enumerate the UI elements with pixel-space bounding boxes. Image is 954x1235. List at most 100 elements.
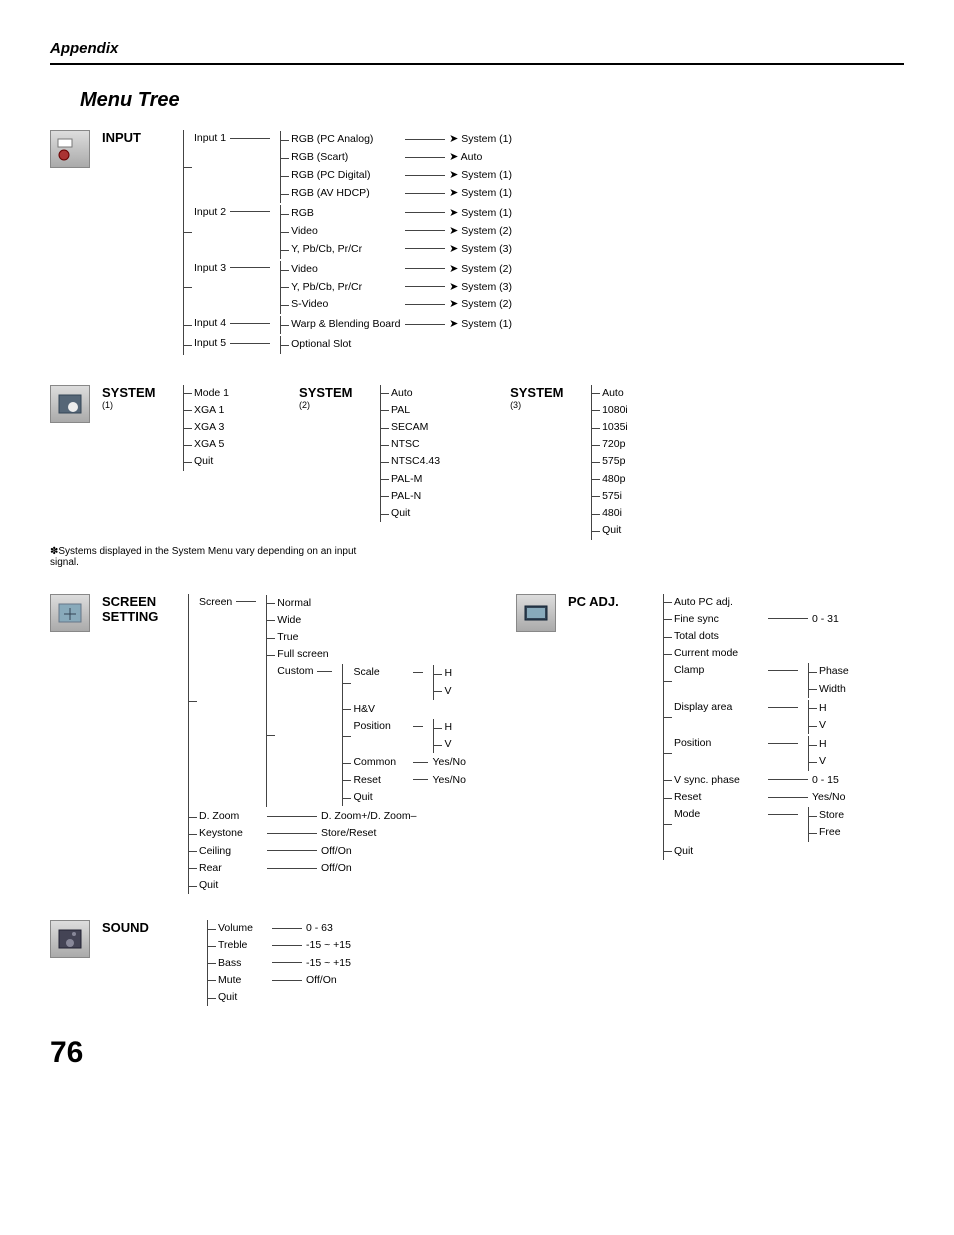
pcadj-sub: Free (819, 824, 844, 841)
sound-item: Bass-15 ~ +15 (218, 955, 351, 972)
pcadj-item: Total dots (674, 628, 849, 645)
input-row: Input 2RGB➤ System (1)Video➤ System (2)Y… (194, 204, 512, 260)
input-block: INPUT Input 1RGB (PC Analog)➤ System (1)… (50, 130, 904, 355)
pcadj-sub: V (819, 717, 827, 734)
input-child: S-Video➤ System (2) (291, 296, 512, 314)
pcadj-item: ResetYes/No (674, 789, 849, 806)
list-item: PAL-M (391, 471, 440, 488)
screen-child: Wide (277, 612, 466, 629)
system1-icon (50, 385, 90, 423)
list-item: Quit (602, 522, 628, 539)
custom-child: Quit (353, 789, 465, 806)
custom-child: PositionHV (353, 718, 465, 754)
sound-item: Treble-15 ~ +15 (218, 937, 351, 954)
input-child: Optional Slot (291, 336, 401, 353)
pcadj-item: Display areaHV (674, 699, 849, 735)
list-item: 720p (602, 436, 628, 453)
system1-label: SYSTEM (1) (102, 385, 167, 471)
screen-item: ScreenNormalWideTrueFull screenCustomSca… (199, 594, 466, 809)
screen-child: True (277, 629, 466, 646)
input-row: Input 3Video➤ System (2)Y, Pb/Cb, Pr/Cr➤… (194, 260, 512, 316)
input-child: RGB (PC Digital)➤ System (1) (291, 167, 512, 185)
input-child: Video➤ System (2) (291, 261, 512, 279)
custom-sub: H (444, 719, 452, 736)
system2-label: SYSTEM (2) (299, 385, 364, 523)
pcadj-tree: Auto PC adj.Fine sync0 - 31Total dotsCur… (663, 594, 849, 860)
list-item: 480p (602, 471, 628, 488)
pcadj-label: PC ADJ. (568, 594, 633, 860)
custom-item: CustomScaleHVH&VPositionHVCommonYes/NoRe… (277, 663, 466, 807)
input-tree: Input 1RGB (PC Analog)➤ System (1)RGB (S… (177, 130, 512, 355)
input-child: Y, Pb/Cb, Pr/Cr➤ System (3) (291, 241, 512, 259)
pcadj-item: PositionHV (674, 735, 849, 771)
custom-sub: V (444, 736, 452, 753)
custom-sub: V (444, 683, 452, 700)
list-item: NTSC4.43 (391, 453, 440, 470)
input-child: Warp & Blending Board➤ System (1) (291, 316, 512, 334)
list-item: 1035i (602, 419, 628, 436)
screen-other: CeilingOff/On (199, 843, 466, 860)
custom-child: ScaleHV (353, 664, 465, 700)
screen-icon (50, 594, 90, 632)
pcadj-item: Auto PC adj. (674, 594, 849, 611)
list-item: Auto (391, 385, 440, 402)
input-child: RGB (AV HDCP)➤ System (1) (291, 185, 512, 203)
pcadj-item: Current mode (674, 645, 849, 662)
list-item: 575p (602, 453, 628, 470)
system3-tree: Auto1080i1035i720p575p480p575i480iQuit (591, 385, 628, 540)
system-row: SYSTEM (1) Mode 1XGA 1XGA 3XGA 5Quit SYS… (50, 385, 904, 540)
sound-item: Volume0 - 63 (218, 920, 351, 937)
pcadj-item: ClampPhaseWidth (674, 662, 849, 698)
screen-label: SCREEN SETTING (102, 594, 172, 895)
system2-sub: (2) (299, 400, 364, 410)
screen-other: KeystoneStore/Reset (199, 825, 466, 842)
pcadj-item: ModeStoreFree (674, 806, 849, 842)
system3-label: SYSTEM (3) (510, 385, 575, 540)
list-item: Mode 1 (194, 385, 229, 402)
input-child: Video➤ System (2) (291, 223, 512, 241)
system1-label-text: SYSTEM (102, 385, 155, 400)
input-row: Input 4Warp & Blending Board➤ System (1) (194, 315, 512, 335)
pcadj-item: Fine sync0 - 31 (674, 611, 849, 628)
input-child: Y, Pb/Cb, Pr/Cr➤ System (3) (291, 279, 512, 297)
system2-label-text: SYSTEM (299, 385, 352, 400)
system2-tree: AutoPALSECAMNTSCNTSC4.43PAL-MPAL-NQuit (380, 385, 440, 523)
pcadj-item: Quit (674, 843, 849, 860)
screen-child: Normal (277, 595, 466, 612)
list-item: XGA 1 (194, 402, 229, 419)
screen-child: Full screen (277, 646, 466, 663)
system1-sub: (1) (102, 400, 167, 410)
list-item: Auto (602, 385, 628, 402)
custom-sub: H (444, 665, 452, 682)
list-item: Quit (391, 505, 440, 522)
system1-tree: Mode 1XGA 1XGA 3XGA 5Quit (183, 385, 229, 471)
list-item: XGA 5 (194, 436, 229, 453)
pcadj-sub: Store (819, 807, 844, 824)
page-number: 76 (50, 1036, 904, 1070)
custom-child: CommonYes/No (353, 754, 465, 771)
input-icon (50, 130, 90, 168)
page-title: Menu Tree (80, 89, 904, 112)
screen-other: Quit (199, 877, 466, 894)
custom-child: ResetYes/No (353, 772, 465, 789)
system3-sub: (3) (510, 400, 575, 410)
input-label: INPUT (102, 130, 167, 355)
screen-pcadj-row: SCREEN SETTING ScreenNormalWideTrueFull … (50, 594, 904, 895)
sound-label: SOUND (102, 920, 167, 1006)
list-item: Quit (194, 453, 229, 470)
systems-note: ✽Systems displayed in the System Menu va… (50, 546, 370, 568)
pcadj-sub: H (819, 736, 827, 753)
input-child: RGB (PC Analog)➤ System (1) (291, 131, 512, 149)
pcadj-item: V sync. phase0 - 15 (674, 772, 849, 789)
sound-block: SOUND Volume0 - 63Treble-15 ~ +15Bass-15… (50, 920, 904, 1006)
custom-child: H&V (353, 701, 465, 718)
input-row: Input 5Optional Slot (194, 335, 512, 354)
pcadj-sub: Width (819, 681, 849, 698)
pcadj-sub: V (819, 753, 827, 770)
list-item: SECAM (391, 419, 440, 436)
system3-label-text: SYSTEM (510, 385, 563, 400)
list-item: 1080i (602, 402, 628, 419)
screen-tree: ScreenNormalWideTrueFull screenCustomSca… (182, 594, 466, 895)
list-item: 480i (602, 505, 628, 522)
pcadj-sub: H (819, 700, 827, 717)
